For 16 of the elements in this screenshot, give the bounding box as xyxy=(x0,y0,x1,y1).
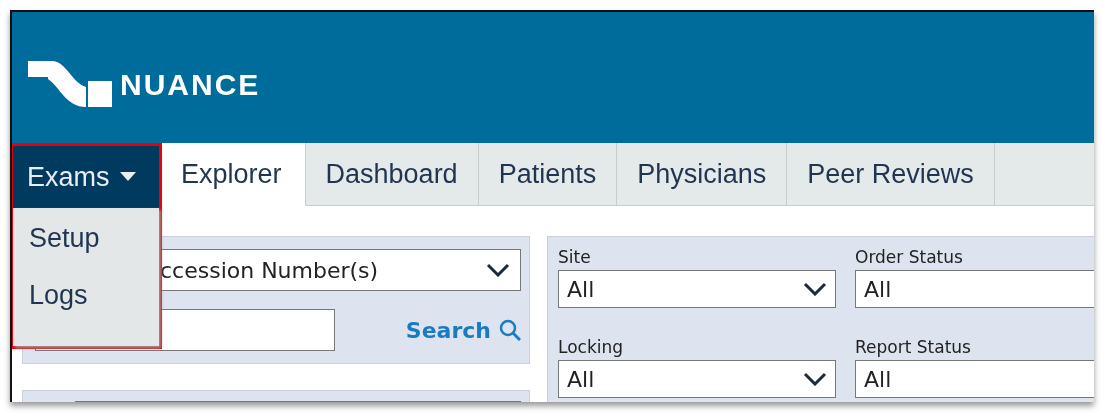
brand-name: NUANCE xyxy=(120,67,261,102)
caret-icon xyxy=(119,172,136,182)
filter-select[interactable]: All xyxy=(855,270,1094,308)
chevron-down-icon xyxy=(803,282,827,296)
field-label: Report Status xyxy=(855,337,972,357)
search-link[interactable]: Search xyxy=(405,317,521,343)
exams-menu[interactable]: Exams xyxy=(13,146,159,208)
filter-select[interactable]: All xyxy=(855,360,1094,398)
field-label: Locking xyxy=(558,337,625,357)
search-icon xyxy=(499,319,521,341)
filter-select[interactable]: All xyxy=(558,360,836,398)
field-label: Order Status xyxy=(855,247,964,267)
filter-select[interactable]: All xyxy=(558,270,836,308)
chevron-down-icon xyxy=(486,263,510,277)
chevron-down-icon xyxy=(803,372,827,386)
field-label: Site xyxy=(558,247,592,267)
